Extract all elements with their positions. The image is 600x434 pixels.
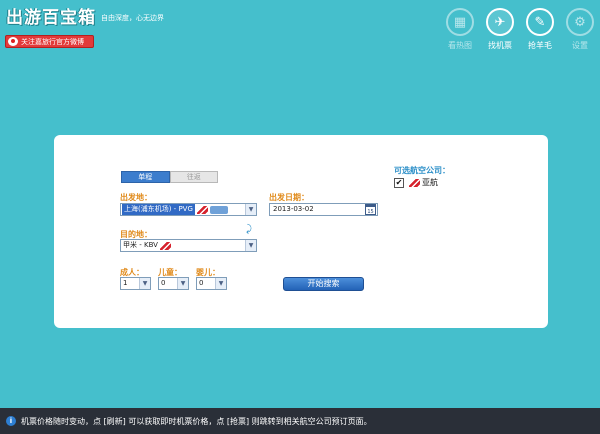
status-bar: i 机票价格随时变动，点 [刷新] 可以获取即时机票价格，点 [抢票] 则跳转到… xyxy=(0,408,600,434)
airline-checkbox[interactable]: ✔ xyxy=(394,177,404,188)
children-select[interactable]: 0 ▼ xyxy=(158,277,189,290)
trip-type-tabs: 单程 往返 xyxy=(121,171,218,183)
chevron-down-icon: ▼ xyxy=(245,204,256,215)
gear-icon: ⚙ xyxy=(566,8,594,36)
nav-settings[interactable]: ⚙ 设置 xyxy=(560,8,600,51)
departure-date-label: 出发日期： xyxy=(269,193,309,202)
weibo-eye-icon xyxy=(8,37,18,46)
airasia-logo-icon xyxy=(159,241,171,250)
top-nav: ▦ 看热图 ✈ 找机票 ✎ 抢羊毛 ⚙ 设置 xyxy=(440,8,600,58)
nav-settings-label: 设置 xyxy=(572,41,588,50)
airline-logo-icon xyxy=(209,205,228,214)
info-icon: i xyxy=(6,416,16,426)
nav-find-flights[interactable]: ✈ 找机票 xyxy=(480,8,520,51)
nav-hot-map[interactable]: ▦ 看热图 xyxy=(440,8,480,51)
follow-weibo-label: 关注嘉旅行官方微博 xyxy=(21,37,84,46)
infants-value: 0 xyxy=(199,279,204,287)
departure-date-value: 2013-03-02 xyxy=(273,205,314,213)
airasia-logo-icon xyxy=(196,205,208,214)
app-header: 出游百宝箱 自由深度，心无边界 关注嘉旅行官方微博 ▦ 看热图 ✈ 找机票 ✎ … xyxy=(0,0,600,60)
infants-select[interactable]: 0 ▼ xyxy=(196,277,227,290)
start-search-button[interactable]: 开始搜索 xyxy=(283,277,364,291)
chevron-down-icon: ▼ xyxy=(177,278,188,289)
plane-icon: ✈ xyxy=(486,8,514,36)
nav-grab-deals-label: 抢羊毛 xyxy=(528,41,552,50)
nav-find-flights-label: 找机票 xyxy=(488,41,512,50)
status-message: 机票价格随时变动，点 [刷新] 可以获取即时机票价格，点 [抢票] 则跳转到相关… xyxy=(21,416,372,426)
calendar-picker-icon[interactable]: 15 xyxy=(365,204,376,215)
departure-value: 上海(浦东机场) - PVG xyxy=(122,204,195,215)
tab-one-way[interactable]: 单程 xyxy=(121,171,170,183)
children-value: 0 xyxy=(161,279,166,287)
airlines-label: 可选航空公司： xyxy=(394,166,450,175)
follow-weibo-button[interactable]: 关注嘉旅行官方微博 xyxy=(5,35,94,48)
airline-name: 亚航 xyxy=(422,178,438,187)
airline-option-airasia[interactable]: ✔ 亚航 xyxy=(394,177,438,188)
departure-select[interactable]: 上海(浦东机场) - PVG ▼ xyxy=(120,203,257,216)
departure-date-input[interactable]: 2013-03-02 15 xyxy=(269,203,378,216)
departure-label: 出发地： xyxy=(120,193,152,202)
destination-value: 甲米 - KBV xyxy=(123,241,158,249)
chevron-down-icon: ▼ xyxy=(245,240,256,251)
chevron-down-icon: ▼ xyxy=(215,278,226,289)
adults-value: 1 xyxy=(123,279,128,287)
tab-round-trip[interactable]: 往返 xyxy=(169,171,218,183)
flight-search-card: 单程 往返 出发地： 上海(浦东机场) - PVG ▼ 出发日期： 2013-0… xyxy=(54,135,548,328)
app-slogan: 自由深度，心无边界 xyxy=(101,14,164,22)
app-title: 出游百宝箱 xyxy=(6,8,96,28)
destination-select[interactable]: 甲米 - KBV ▼ xyxy=(120,239,257,252)
nav-grab-deals[interactable]: ✎ 抢羊毛 xyxy=(520,8,560,51)
nav-hot-map-label: 看热图 xyxy=(448,41,472,50)
ticket-icon: ✎ xyxy=(526,8,554,36)
swap-icon[interactable]: ⤸ xyxy=(246,225,254,235)
chevron-down-icon: ▼ xyxy=(139,278,150,289)
calendar-icon: ▦ xyxy=(446,8,474,36)
adults-select[interactable]: 1 ▼ xyxy=(120,277,151,290)
airasia-logo-icon xyxy=(409,178,420,187)
